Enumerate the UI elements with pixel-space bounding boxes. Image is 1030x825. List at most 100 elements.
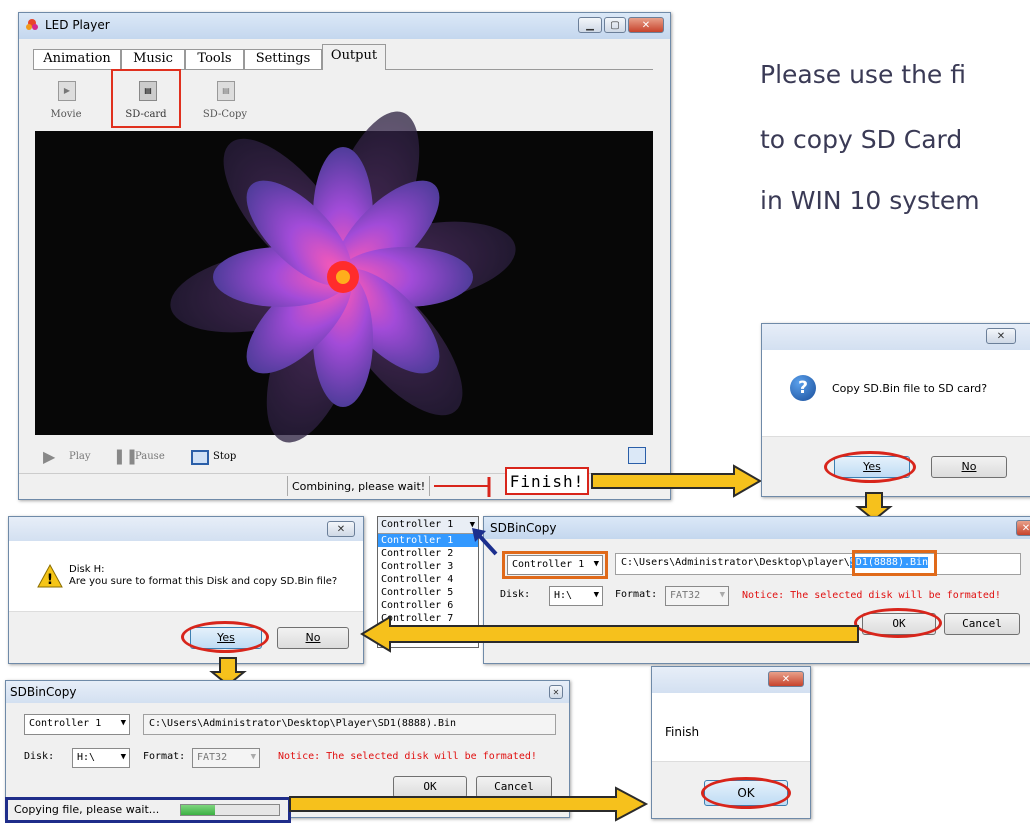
finish-close-button[interactable]: ✕: [768, 671, 804, 687]
maximize-button[interactable]: ▢: [604, 17, 626, 33]
copy-progress-fill: [181, 805, 216, 815]
format-message: Are you sure to format this Disk and cop…: [69, 576, 338, 587]
chevron-down-icon: ▼: [120, 718, 126, 728]
progress-controller-value: Controller 1: [29, 718, 102, 729]
chevron-down-icon: ▼: [593, 590, 599, 600]
controller-option[interactable]: Controller 6: [378, 599, 478, 612]
status-connector: [434, 477, 491, 497]
finish-dialog: ✕ Finish OK: [651, 666, 811, 819]
format-yes-highlight: [181, 621, 269, 653]
confirm-yes-highlight: [824, 451, 916, 483]
progress-status-text: Copying file, please wait...: [14, 803, 160, 816]
finish-message: Finish: [665, 725, 700, 739]
led-player-window: LED Player ▁ ▢ ✕ Animation Music Tools S…: [18, 12, 671, 500]
app-logo-icon: [25, 18, 39, 32]
controller-option[interactable]: Controller 2: [378, 547, 478, 560]
controller-dropdown-selected-label: Controller 1: [381, 519, 454, 530]
format-disk-text: Disk H:: [69, 564, 105, 575]
sdbincopy-disk-select[interactable]: H:\ ▼: [549, 586, 603, 606]
sdbincopy-controller-highlight: [502, 551, 608, 579]
dropdown-pointer-arrow: [472, 528, 498, 556]
sd-copy-tool[interactable]: ▤ SD-Copy: [195, 79, 255, 127]
player-titlebar: [19, 13, 670, 39]
progress-format-label: Format:: [143, 751, 186, 762]
format-no-button[interactable]: No: [277, 627, 349, 649]
svg-text:!: !: [47, 572, 53, 588]
flower-animation-image: [170, 111, 516, 443]
controller-option[interactable]: Controller 5: [378, 586, 478, 599]
tab-tools[interactable]: Tools: [185, 49, 244, 70]
question-icon: ?: [790, 375, 816, 401]
preview-area: [35, 111, 653, 443]
instruction-line-3: in WIN 10 system: [760, 186, 980, 215]
sd-copy-icon: ▤: [217, 81, 235, 101]
progress-titlebar: [6, 681, 569, 703]
sd-card-highlight: [111, 69, 181, 128]
sdbincopy-disk-value: H:\: [554, 590, 573, 601]
chevron-down-icon: ▼: [250, 752, 256, 762]
progress-format-value: FAT32: [197, 752, 228, 763]
sdbincopy-ok-highlight: [854, 608, 942, 638]
play-button[interactable]: ▶ Play: [43, 447, 103, 467]
progress-notice: Notice: The selected disk will be format…: [278, 751, 537, 762]
status-text: Combining, please wait!: [287, 476, 431, 496]
progress-controller-select[interactable]: Controller 1 ▼: [24, 714, 130, 735]
sdbincopy-filename-highlight: [852, 550, 937, 576]
movie-tool[interactable]: ▶ Movie: [41, 79, 91, 127]
warning-icon: !: [37, 563, 63, 588]
movie-icon: ▶: [58, 81, 76, 101]
minimize-button[interactable]: ▁: [578, 17, 602, 33]
play-label: Play: [69, 451, 91, 462]
chevron-down-icon: ▼: [120, 752, 126, 762]
stop-button[interactable]: Stop: [191, 447, 251, 467]
sdbincopy-close-button[interactable]: ✕: [1016, 520, 1030, 536]
finish-ok-highlight: [701, 777, 791, 809]
tab-bar: Animation Music Tools Settings Output: [33, 44, 653, 70]
format-confirm-dialog: ✕ ! Disk H: Are you sure to format this …: [8, 516, 364, 664]
close-button[interactable]: ✕: [628, 17, 664, 33]
arrow-right-2: [289, 786, 649, 822]
sdbincopy-format-select: FAT32 ▼: [665, 586, 729, 606]
arrow-right-1: [591, 464, 763, 498]
sdbincopy-path-field[interactable]: C:\Users\Administrator\Desktop\player\SD…: [615, 553, 1021, 575]
confirm-close-button[interactable]: ✕: [986, 328, 1016, 344]
tab-animation[interactable]: Animation: [33, 49, 121, 70]
confirm-copy-dialog: ✕ ? Copy SD.Bin file to SD card? Yes No: [761, 323, 1030, 497]
player-title: LED Player: [45, 18, 110, 32]
sd-copy-label: SD-Copy: [202, 109, 248, 120]
sdbincopy-titlebar: [484, 517, 1030, 539]
sdbincopy-cancel-button[interactable]: Cancel: [944, 613, 1020, 635]
play-icon: ▶: [43, 447, 56, 466]
sdbincopy-format-label: Format:: [615, 589, 658, 600]
controller-dropdown-selected[interactable]: Controller 1 ▼: [378, 517, 478, 534]
arrow-left-1: [360, 615, 859, 653]
controller-option[interactable]: Controller 4: [378, 573, 478, 586]
format-close-button[interactable]: ✕: [327, 521, 355, 537]
sdbincopy-format-value: FAT32: [670, 590, 701, 601]
progress-disk-select[interactable]: H:\ ▼: [72, 748, 130, 768]
instruction-line-2: to copy SD Card: [760, 125, 963, 154]
finish-label: Finish!: [505, 467, 589, 495]
progress-close-button[interactable]: ✕: [549, 685, 563, 699]
screen-settings-icon[interactable]: [628, 447, 646, 464]
controller-option[interactable]: Controller 1: [378, 534, 478, 547]
progress-disk-value: H:\: [77, 752, 96, 763]
pause-button[interactable]: ❚❚ Pause: [113, 447, 183, 467]
instruction-line-1: Please use the fi: [760, 60, 966, 89]
chevron-down-icon: ▼: [719, 590, 725, 600]
progress-path-field: C:\Users\Administrator\Desktop\Player\SD…: [143, 714, 556, 735]
controller-option[interactable]: Controller 3: [378, 560, 478, 573]
tab-output[interactable]: Output: [322, 44, 386, 70]
tab-settings[interactable]: Settings: [244, 49, 322, 70]
progress-title: SDBinCopy: [10, 685, 77, 699]
confirm-message: Copy SD.Bin file to SD card?: [832, 382, 988, 395]
stop-icon: [191, 450, 209, 465]
progress-format-select: FAT32 ▼: [192, 748, 260, 768]
movie-label: Movie: [50, 109, 82, 120]
confirm-no-button[interactable]: No: [931, 456, 1007, 478]
pause-label: Pause: [135, 451, 165, 462]
sdbincopy-notice: Notice: The selected disk will be format…: [742, 590, 1001, 601]
copy-progress-bar: [180, 804, 280, 816]
sdbincopy-path-prefix: C:\Users\Administrator\Desktop\player\: [621, 557, 850, 568]
tab-music[interactable]: Music: [121, 49, 185, 70]
